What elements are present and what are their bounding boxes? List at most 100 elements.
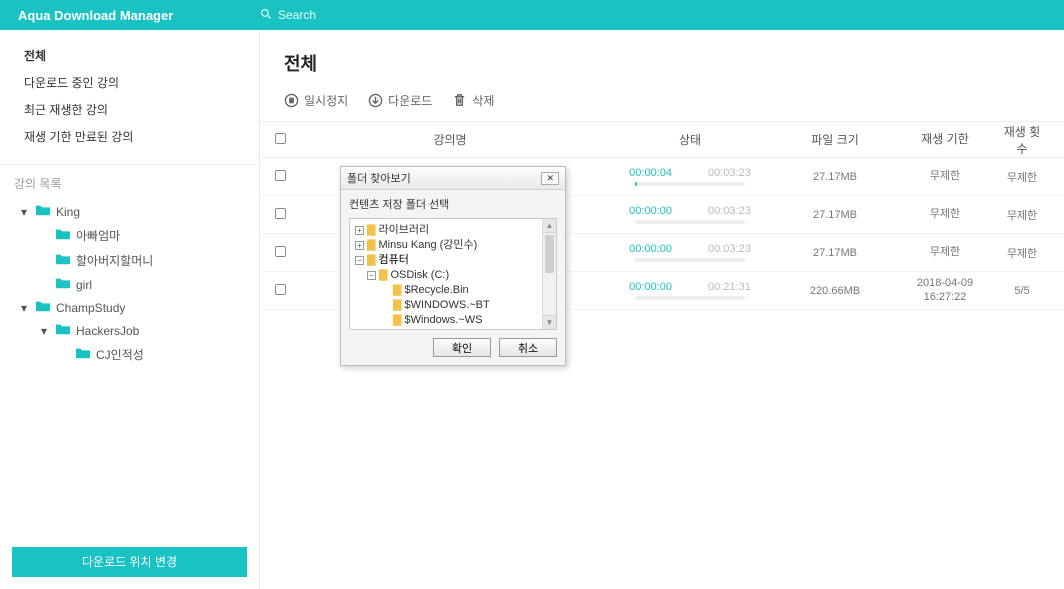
- scroll-up-icon[interactable]: ▲: [543, 219, 556, 233]
- chevron-down-icon: ▾: [18, 301, 30, 315]
- search-icon: [260, 8, 272, 23]
- row-checkbox[interactable]: [274, 207, 285, 218]
- search-input[interactable]: Search: [260, 8, 316, 23]
- tree-node-hackers[interactable]: ▾ HackersJob: [0, 319, 259, 342]
- nav-item-all[interactable]: 전체: [0, 42, 259, 69]
- pause-icon: [284, 93, 299, 108]
- progress-bar: [635, 220, 745, 224]
- tree-node-king-child[interactable]: 아빠엄마: [0, 223, 259, 248]
- file-size: 220.66MB: [780, 285, 890, 297]
- tree-label: girl: [76, 278, 92, 292]
- col-due: 재생 기한: [890, 132, 1000, 146]
- play-count: 무제한: [1000, 245, 1064, 261]
- tree-node-king-child[interactable]: girl: [0, 273, 259, 296]
- dialog-title: 폴더 찾아보기: [347, 170, 411, 186]
- total-time: 00:21:31: [708, 281, 751, 293]
- current-time: 00:00:00: [629, 205, 672, 217]
- row-checkbox[interactable]: [274, 169, 285, 180]
- play-count: 무제한: [1000, 169, 1064, 185]
- table-header: 강의명 상태 파일 크기 재생 기한 재생 횟수: [260, 122, 1064, 158]
- dialog-folder-tree[interactable]: +▇라이브러리 +▇Minsu Kang (강민수) −▇컴퓨터 −▇OSDis…: [349, 218, 557, 330]
- row-checkbox[interactable]: [274, 245, 285, 256]
- tree-node-cj[interactable]: CJ인적성: [0, 342, 259, 367]
- current-time: 00:00:00: [629, 281, 672, 293]
- tree-label: King: [56, 205, 80, 219]
- play-due: 2018-04-0916:27:22: [890, 277, 1000, 303]
- download-icon: [368, 93, 383, 108]
- folder-icon: [56, 277, 70, 292]
- tree-label: ChampStudy: [56, 301, 125, 315]
- page-title: 전체: [260, 30, 1064, 92]
- tree-node-champ[interactable]: ▾ ChampStudy: [0, 296, 259, 319]
- col-status: 상태: [600, 131, 780, 148]
- scroll-thumb[interactable]: [545, 235, 554, 273]
- progress-bar: [635, 182, 745, 186]
- file-size: 27.17MB: [780, 209, 890, 221]
- lecture-group-label: 강의 목록: [0, 165, 259, 200]
- col-size: 파일 크기: [780, 131, 890, 148]
- col-count: 재생 횟수: [1000, 123, 1064, 157]
- folder-tree: ▾ King 아빠엄마 할아버지할머니 girl ▾ ChampStudy: [0, 200, 259, 367]
- folder-icon: [36, 300, 50, 315]
- download-label: 다운로드: [388, 92, 432, 109]
- dialog-subtitle: 컨텐츠 저장 폴더 선택: [341, 190, 565, 218]
- tree-label: 할아버지할머니: [76, 252, 153, 269]
- trash-icon: [452, 93, 467, 108]
- scrollbar[interactable]: ▲ ▼: [542, 219, 556, 329]
- total-time: 00:03:23: [708, 167, 751, 179]
- ok-button[interactable]: 확인: [433, 338, 491, 357]
- dlg-node-computer[interactable]: −▇컴퓨터: [353, 253, 553, 268]
- close-icon[interactable]: ✕: [541, 172, 559, 185]
- change-download-location-button[interactable]: 다운로드 위치 변경: [12, 547, 247, 577]
- delete-button[interactable]: 삭제: [452, 92, 494, 109]
- chevron-down-icon: ▾: [38, 324, 50, 338]
- play-due: 무제한: [890, 208, 1000, 221]
- dlg-node-osdisk[interactable]: −▇OSDisk (C:): [353, 268, 553, 283]
- tree-label: 아빠엄마: [76, 227, 120, 244]
- nav-item-recent[interactable]: 최근 재생한 강의: [0, 96, 259, 123]
- row-checkbox[interactable]: [274, 283, 285, 294]
- app-brand: Aqua Download Manager: [0, 8, 260, 23]
- total-time: 00:03:23: [708, 205, 751, 217]
- progress-bar: [635, 296, 745, 300]
- nav-list: 전체 다운로드 중인 강의 최근 재생한 강의 재생 기한 만료된 강의: [0, 30, 259, 165]
- nav-item-downloading[interactable]: 다운로드 중인 강의: [0, 69, 259, 96]
- cancel-button[interactable]: 취소: [499, 338, 557, 357]
- select-all-checkbox[interactable]: [274, 132, 285, 143]
- search-placeholder: Search: [278, 8, 316, 22]
- play-due: 무제한: [890, 170, 1000, 183]
- folder-icon: [76, 347, 90, 362]
- toolbar: 일시정지 다운로드 삭제: [260, 92, 1064, 122]
- delete-label: 삭제: [472, 92, 494, 109]
- play-count: 무제한: [1000, 207, 1064, 223]
- dlg-node-folder[interactable]: ▇AdwCleaner: [353, 328, 553, 330]
- download-button[interactable]: 다운로드: [368, 92, 432, 109]
- tree-node-king-child[interactable]: 할아버지할머니: [0, 248, 259, 273]
- play-due: 무제한: [890, 246, 1000, 259]
- scroll-down-icon[interactable]: ▼: [543, 315, 556, 329]
- progress-bar: [635, 258, 745, 262]
- dlg-node-folder[interactable]: ▇$Recycle.Bin: [353, 283, 553, 298]
- dlg-node-folder[interactable]: ▇$Windows.~WS: [353, 313, 553, 328]
- nav-item-expired[interactable]: 재생 기한 만료된 강의: [0, 123, 259, 150]
- chevron-down-icon: ▾: [18, 205, 30, 219]
- dlg-node-folder[interactable]: ▇$WINDOWS.~BT: [353, 298, 553, 313]
- current-time: 00:00:04: [629, 167, 672, 179]
- pause-button[interactable]: 일시정지: [284, 92, 348, 109]
- folder-icon: [56, 253, 70, 268]
- pause-label: 일시정지: [304, 92, 348, 109]
- tree-label: HackersJob: [76, 324, 139, 338]
- current-time: 00:00:00: [629, 243, 672, 255]
- file-size: 27.17MB: [780, 247, 890, 259]
- file-size: 27.17MB: [780, 171, 890, 183]
- col-title: 강의명: [300, 131, 600, 148]
- play-count: 5/5: [1000, 285, 1064, 297]
- folder-icon: [36, 204, 50, 219]
- dlg-node-user[interactable]: +▇Minsu Kang (강민수): [353, 238, 553, 253]
- dlg-node-libraries[interactable]: +▇라이브러리: [353, 223, 553, 238]
- tree-node-king[interactable]: ▾ King: [0, 200, 259, 223]
- total-time: 00:03:23: [708, 243, 751, 255]
- folder-icon: [56, 323, 70, 338]
- tree-label: CJ인적성: [96, 346, 144, 363]
- folder-icon: [56, 228, 70, 243]
